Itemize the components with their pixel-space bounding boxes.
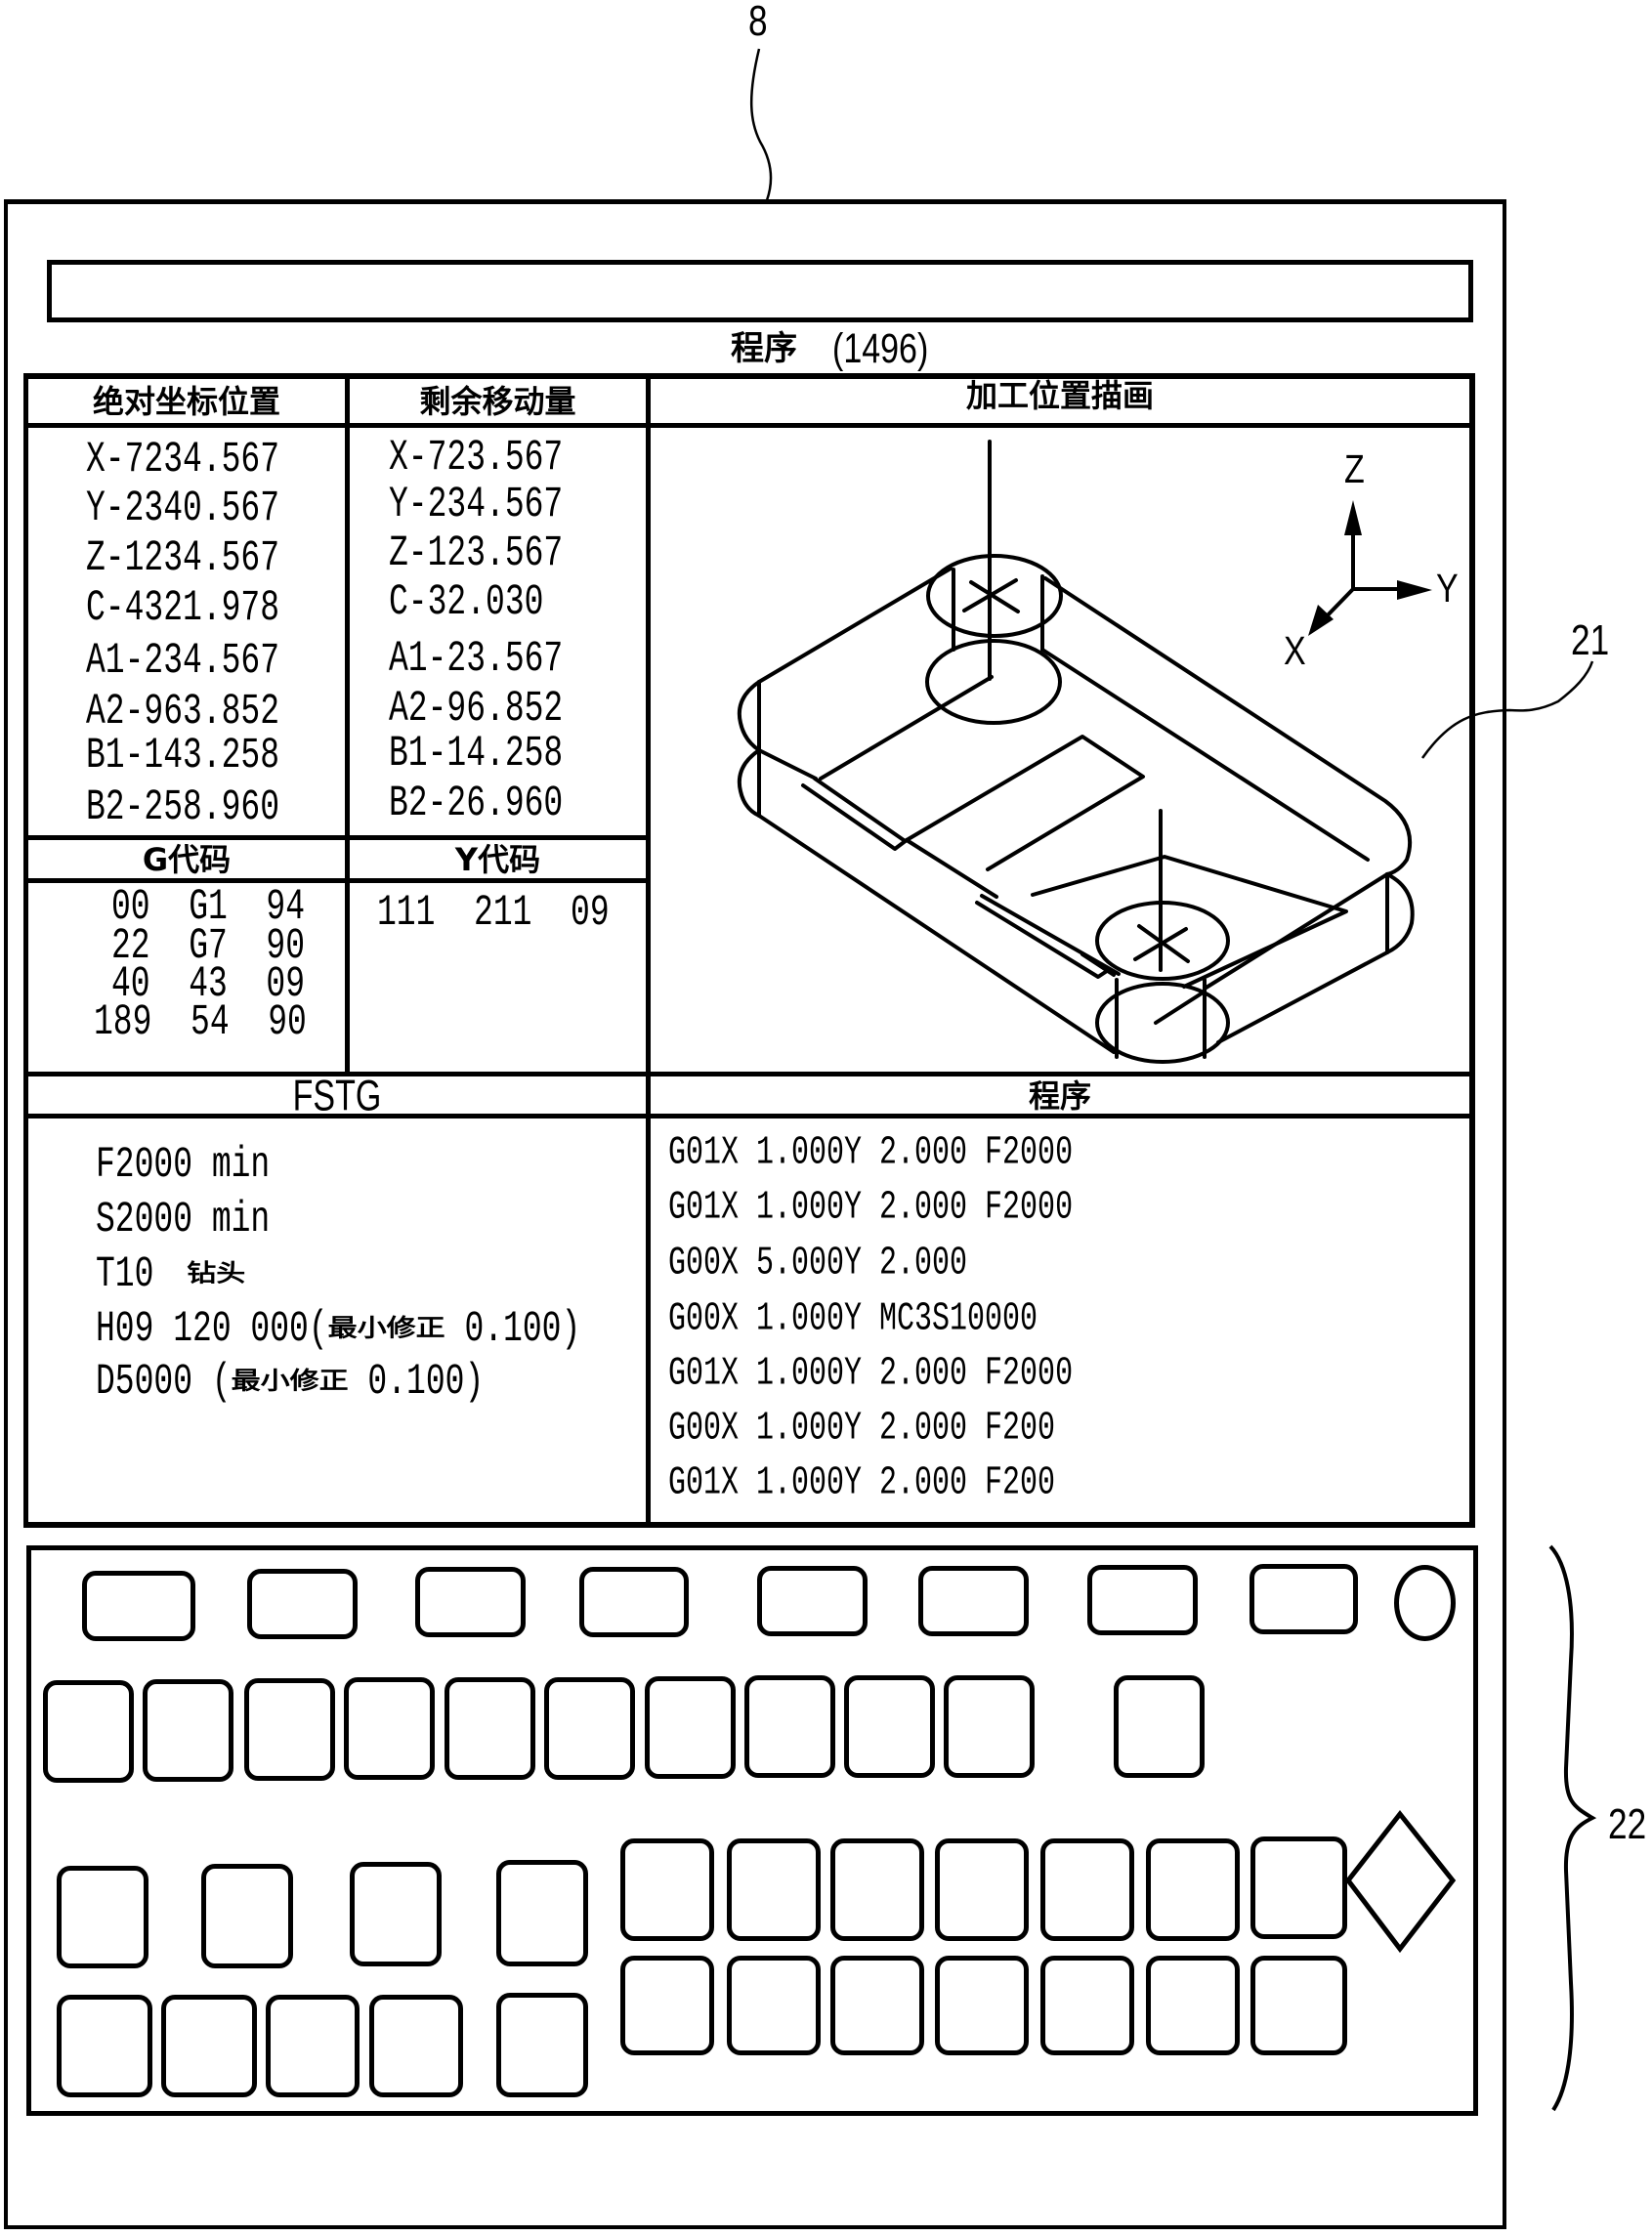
diamond-button-shape	[1344, 1809, 1457, 1954]
key[interactable]	[1250, 1956, 1347, 2055]
key[interactable]	[496, 1993, 588, 2097]
key[interactable]	[935, 1956, 1029, 2055]
diamond-button[interactable]	[1344, 1809, 1457, 1954]
key[interactable]	[830, 1956, 924, 2055]
key[interactable]	[1146, 1956, 1240, 2055]
key[interactable]	[161, 1995, 257, 2097]
key[interactable]	[727, 1956, 821, 2055]
key[interactable]	[620, 1956, 714, 2055]
key[interactable]	[369, 1995, 463, 2097]
key[interactable]	[1040, 1956, 1134, 2055]
key[interactable]	[266, 1995, 360, 2097]
key[interactable]	[57, 1995, 152, 2097]
